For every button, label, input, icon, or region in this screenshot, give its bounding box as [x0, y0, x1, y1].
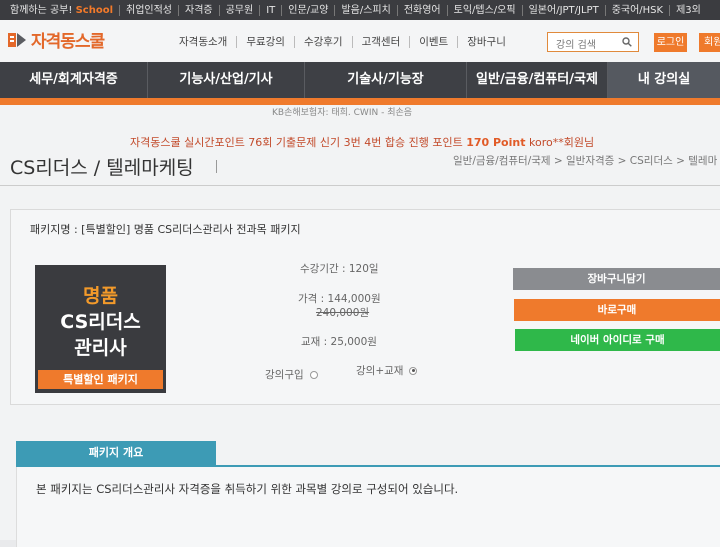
top-link-phone-english[interactable]: 전화영어	[398, 4, 448, 16]
page-title: CS리더스 / 텔레마케팅	[10, 157, 194, 179]
category-technician[interactable]: 기능사/산업/기사	[148, 62, 305, 98]
nav-cart[interactable]: 장바구니	[458, 36, 515, 48]
page-content: KB손해보험자: 태희. CWIN - 최손음 자격동스쿨 실시간포인트 76회…	[0, 105, 720, 547]
logo-mark-icon	[8, 32, 26, 47]
header-nav: 자격동소개 무료강의 수강후기 고객센터 이벤트 장바구니	[170, 36, 515, 48]
nav-support[interactable]: 고객센터	[353, 36, 411, 48]
cover-line-1: 명품	[83, 285, 118, 307]
top-link-civil[interactable]: 공무원	[220, 4, 261, 16]
top-link-toeic[interactable]: 토익/텝스/오픽	[448, 4, 523, 16]
top-link-chinese[interactable]: 중국어/HSK	[606, 4, 671, 16]
option-lecture-radio[interactable]	[309, 370, 318, 379]
category-engineer[interactable]: 기술사/기능장	[305, 62, 467, 98]
category-general-finance[interactable]: 일반/금융/컴퓨터/국제	[467, 62, 608, 98]
top-link-it[interactable]: IT	[260, 4, 283, 16]
period-info: 수강기간 : 120일	[300, 263, 379, 275]
top-link-humanities[interactable]: 인문/교양	[282, 4, 336, 16]
option-lecture-label: 강의구입	[265, 369, 304, 381]
top-link-cert[interactable]: 자격증	[179, 4, 220, 16]
nav-accent-bar	[0, 98, 720, 105]
top-slogan: 함께하는 공부! School	[4, 4, 120, 16]
original-price: 240,000원	[316, 307, 370, 319]
site-header: 자격동스쿨 자격동소개 무료강의 수강후기 고객센터 이벤트 장바구니 강의 검…	[0, 20, 720, 62]
nav-about[interactable]: 자격동소개	[170, 36, 238, 48]
cover-ribbon: 특별할인 패키지	[38, 370, 163, 389]
buy-now-button[interactable]: 바로구매	[514, 299, 720, 321]
option-lecture[interactable]: 강의구입	[265, 367, 318, 382]
main-category-nav: 세무/회계자격증 기능사/산업/기사 기술사/기능장 일반/금융/컴퓨터/국제 …	[0, 62, 720, 98]
notice-ticker-1: KB손해보험자: 태희. CWIN - 최손음	[272, 108, 413, 118]
top-link-job[interactable]: 취업인적성	[120, 4, 179, 16]
overview-panel	[16, 467, 720, 547]
school-brand[interactable]: School	[76, 5, 113, 16]
cover-line-3: 관리사	[74, 337, 127, 359]
category-tax-accounting[interactable]: 세무/회계자격증	[0, 62, 148, 98]
my-classroom[interactable]: 내 강의실	[608, 62, 720, 98]
overview-text: 본 패키지는 CS리더스관리사 자격증을 취득하기 위한 과목별 강의로 구성되…	[36, 482, 459, 496]
naver-buy-button[interactable]: 네이버 아이디로 구매	[515, 329, 720, 351]
add-to-cart-button[interactable]: 장바구니담기	[513, 268, 720, 290]
textbook-price: 교재 : 25,000원	[301, 336, 377, 348]
join-button[interactable]: 회원	[699, 33, 720, 52]
nav-reviews[interactable]: 수강후기	[295, 36, 353, 48]
option-lecture-textbook-label: 강의+교재	[356, 365, 404, 377]
option-lecture-textbook[interactable]: 강의+교재	[356, 363, 418, 378]
logo-text: 자격동스쿨	[31, 32, 105, 52]
package-cover-image: 명품 CS리더스 관리사 특별할인 패키지	[35, 265, 166, 393]
login-button[interactable]: 로그인	[654, 33, 687, 52]
cover-line-2: CS리더스	[60, 311, 141, 333]
top-link-speech[interactable]: 발음/스피치	[335, 4, 398, 16]
nav-free-lectures[interactable]: 무료강의	[237, 36, 295, 48]
package-name: 패키지명 : [특별할인] 명품 CS리더스관리사 전과목 패키지	[30, 223, 301, 236]
breadcrumb[interactable]: 일반/금융/컴퓨터/국제 > 일반자격증 > CS리더스 > 텔레마	[453, 153, 717, 168]
notice-ticker-2: 자격동스쿨 실시간포인트 76회 기출문제 신기 3번 4번 합승 진행 포인트…	[130, 136, 595, 149]
top-utility-bar: 함께하는 공부! School 취업인적성 자격증 공무원 IT 인문/교양 발…	[0, 0, 720, 20]
search-placeholder: 강의 검색	[556, 40, 596, 51]
top-link-japanese[interactable]: 일본어/JPT/JLPT	[523, 4, 606, 16]
search-icon[interactable]	[622, 37, 632, 47]
title-separator	[216, 160, 217, 173]
tab-package-overview[interactable]: 패키지 개요	[16, 441, 216, 465]
top-link-third-lang[interactable]: 제3외	[670, 5, 707, 16]
nav-events[interactable]: 이벤트	[410, 36, 459, 48]
site-logo[interactable]: 자격동스쿨	[6, 27, 105, 52]
price-info: 가격 : 144,000원	[298, 293, 381, 305]
title-divider	[0, 185, 720, 186]
search-input[interactable]: 강의 검색	[547, 32, 639, 52]
option-lecture-textbook-radio[interactable]	[409, 366, 418, 375]
